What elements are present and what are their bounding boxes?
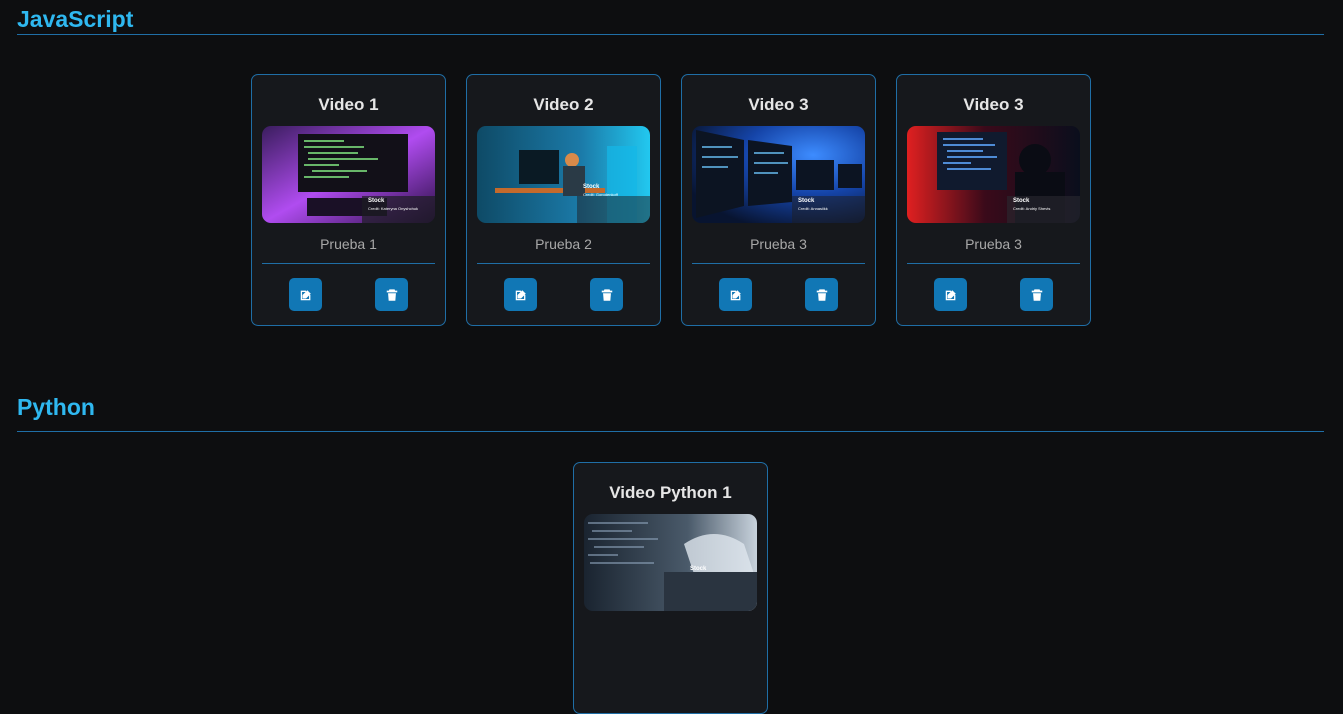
thumbnail-image [692,126,865,223]
thumbnail-image [907,126,1080,223]
card-actions [692,278,865,311]
section-divider [17,34,1324,35]
thumbnail-image [477,126,650,223]
trash-icon [1031,288,1042,301]
delete-button[interactable] [805,278,838,311]
section-python: Python [17,388,1324,432]
thumbnail-credit: Credit: Kateryna Onyshchuk [368,206,419,211]
section-title: Python [17,394,95,420]
thumbnail-caption: Stock [583,184,600,190]
thumbnail-caption: Stock [368,198,385,204]
trash-icon [816,288,827,301]
card-divider [907,263,1080,264]
section-title: JavaScript [17,6,134,32]
video-description: Prueba 2 [535,236,592,252]
video-title: Video 1 [318,95,379,114]
section-javascript: JavaScript [17,0,1324,35]
card-divider [262,263,435,264]
edit-icon [300,289,311,300]
video-title: Video Python 1 [609,483,732,502]
video-thumbnail[interactable]: Stock Credit: Gorodenkoff [477,126,650,223]
edit-icon [730,289,741,300]
video-description: Prueba 3 [750,236,807,252]
video-thumbnail[interactable]: Stock [584,514,757,611]
delete-button[interactable] [375,278,408,311]
thumbnail-image [584,514,757,611]
video-thumbnail[interactable]: Stock Credit: Kateryna Onyshchuk [262,126,435,223]
video-card: Video Python 1 Stock [573,462,768,714]
card-divider [477,263,650,264]
python-card-list: Video Python 1 Stock [573,462,768,714]
edit-icon [515,289,526,300]
video-thumbnail[interactable]: Stock Credit: Andriy Shevts [907,126,1080,223]
javascript-card-list: Video 1 Stock Credit: Kateryna Onyshchuk… [251,74,1091,326]
video-description: Prueba 3 [965,236,1022,252]
card-actions [262,278,435,311]
card-divider [692,263,865,264]
trash-icon [386,288,397,301]
delete-button[interactable] [1020,278,1053,311]
edit-button[interactable] [934,278,967,311]
card-actions [477,278,650,311]
thumbnail-credit: Credit: Andriy Shevts [1013,206,1051,211]
video-title: Video 3 [748,95,809,114]
trash-icon [601,288,612,301]
thumbnail-credit: Credit: Gorodenkoff [583,192,618,197]
video-title: Video 3 [963,95,1024,114]
thumbnail-credit: Credit: Annasiikk [798,206,828,211]
edit-button[interactable] [504,278,537,311]
video-card: Video 3 Stock Credit: Andriy Shevts Prue… [896,74,1091,326]
video-card: Video 3 Stock Credit: Annasiikk Prueba 3 [681,74,876,326]
card-actions [907,278,1080,311]
edit-icon [945,289,956,300]
delete-button[interactable] [590,278,623,311]
thumbnail-caption: Stock [798,198,815,204]
section-divider [17,431,1324,432]
video-description: Prueba 1 [320,236,377,252]
video-card: Video 2 Stock Credit: Gorodenkoff Prueba… [466,74,661,326]
thumbnail-caption: Stock [1013,198,1030,204]
edit-button[interactable] [719,278,752,311]
video-thumbnail[interactable]: Stock Credit: Annasiikk [692,126,865,223]
video-title: Video 2 [533,95,594,114]
edit-button[interactable] [289,278,322,311]
video-card: Video 1 Stock Credit: Kateryna Onyshchuk… [251,74,446,326]
